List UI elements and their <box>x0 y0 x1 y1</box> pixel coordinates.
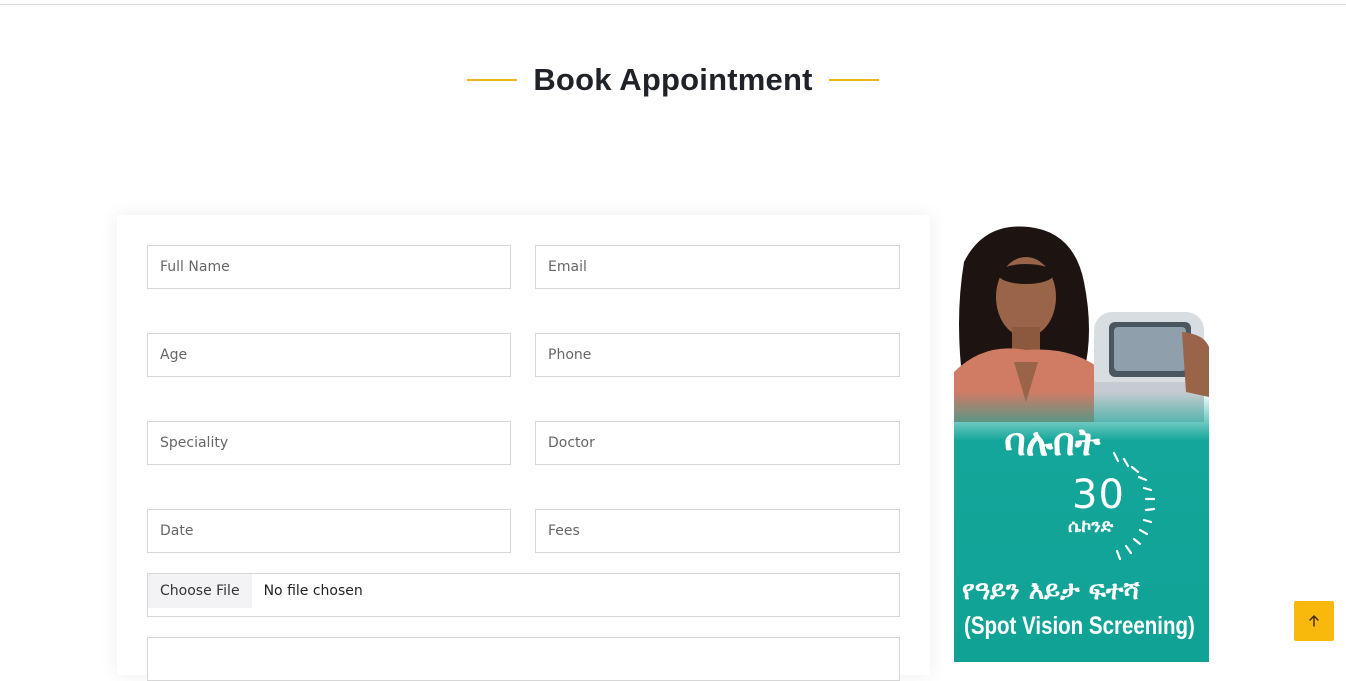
speciality-input[interactable] <box>147 421 511 465</box>
date-input[interactable] <box>147 509 511 553</box>
promo-number: 30 <box>1072 472 1125 518</box>
email-input[interactable] <box>535 245 900 289</box>
file-status-text: No file chosen <box>263 583 363 599</box>
promo-unit: ሴኮንድ <box>1068 516 1114 537</box>
header-divider <box>0 4 1346 5</box>
choose-file-button[interactable]: Choose File <box>148 574 252 608</box>
page-title: Book Appointment <box>533 62 813 97</box>
promo-english-title: (Spot Vision Screening) <box>964 612 1195 640</box>
promo-headline: ባሉበት <box>1004 420 1101 464</box>
next-form-field[interactable] <box>147 637 900 681</box>
scroll-to-top-button[interactable] <box>1294 601 1334 641</box>
arrow-up-icon <box>1309 615 1319 627</box>
doctor-input[interactable] <box>535 421 900 465</box>
promo-subtitle: የዓይን እይታ ፍተሻ <box>962 576 1140 606</box>
section-header: Book Appointment <box>0 60 1346 100</box>
title-left-line <box>467 79 518 81</box>
fees-input[interactable] <box>535 509 900 553</box>
appointment-form: Choose File No file chosen <box>117 215 930 681</box>
phone-input[interactable] <box>535 333 900 377</box>
file-upload-field[interactable]: Choose File No file chosen <box>147 573 900 617</box>
full-name-input[interactable] <box>147 245 511 289</box>
title-right-line <box>828 79 879 81</box>
promo-banner: ባሉበት 30 ሴኮንድ የዓይን እይታ ፍተሻ (Spot Vision S… <box>954 222 1209 662</box>
age-input[interactable] <box>147 333 511 377</box>
